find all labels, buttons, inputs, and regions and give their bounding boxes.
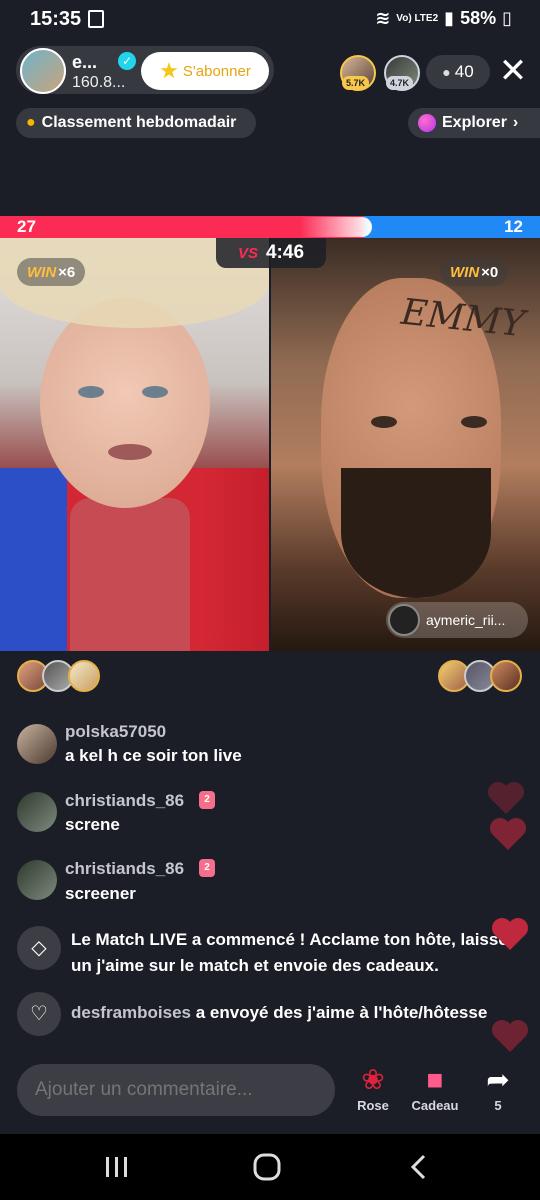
fan-level-badge: 2	[199, 859, 215, 877]
supporter-avatar[interactable]	[490, 660, 522, 692]
share-icon: ➦	[486, 1064, 510, 1095]
timer-value: 4:46	[265, 242, 305, 263]
video-eye	[371, 416, 397, 428]
chevron-right-icon: ›	[512, 114, 519, 131]
share-button[interactable]: ➦ 5	[468, 1062, 528, 1122]
gift-label: Cadeau	[411, 1098, 459, 1113]
video-beard	[341, 468, 491, 598]
opponent-tag[interactable]: aymeric_rii...	[386, 602, 528, 638]
top-viewer-badge: 4.7K	[386, 76, 414, 90]
subscribe-label: S'abonner	[182, 62, 251, 80]
match-icon: ◇	[17, 926, 61, 970]
rose-gift-button[interactable]: ❀ Rose	[343, 1062, 403, 1122]
win-label: WIN	[450, 263, 480, 281]
close-icon[interactable]: ✕	[496, 52, 530, 92]
floating-heart-icon	[488, 782, 524, 814]
gift-button[interactable]: ■ Cadeau	[405, 1062, 465, 1122]
verified-icon: ✓	[118, 52, 136, 70]
host-avatar[interactable]	[20, 48, 66, 94]
star-icon: ★	[159, 58, 179, 83]
host-video[interactable]	[0, 238, 269, 651]
recent-apps-button[interactable]	[100, 1150, 134, 1184]
likes-sent-message: desframboises a envoyé des j'aime à l'hô…	[71, 1000, 531, 1026]
signal-icon: ▮	[444, 8, 455, 28]
host-name[interactable]: e...	[72, 52, 97, 73]
win-multiplier: ×0	[481, 263, 499, 281]
left-win-count: WIN ×6	[17, 258, 86, 286]
status-bar: 15:35 ≋ Vo) LTE2 ▮ 58% ▯	[0, 0, 540, 38]
video-mouth	[108, 444, 152, 460]
video-shirt	[70, 498, 190, 651]
floating-heart-icon	[490, 818, 526, 850]
status-right: ≋ Vo) LTE2 ▮ 58% ▯	[375, 8, 512, 29]
score-left: 27	[17, 217, 36, 236]
score-right: 12	[504, 217, 523, 236]
likes-username[interactable]: desframboises	[71, 1003, 191, 1022]
person-icon: ●	[442, 64, 451, 80]
host-follower-count: 160.8...	[72, 74, 126, 91]
twitch-notification-icon	[88, 10, 104, 28]
explore-orb-icon	[418, 114, 436, 132]
explore-label: Explorer	[442, 114, 507, 131]
win-label: WIN	[27, 263, 57, 281]
video-face	[40, 298, 210, 508]
score-divider-flare	[300, 217, 372, 237]
fan-level-badge: 2	[199, 791, 215, 809]
right-win-count: WIN ×0	[440, 258, 509, 286]
back-button[interactable]	[402, 1150, 436, 1184]
chat-username[interactable]: christiands_86	[65, 791, 184, 811]
wifi-icon: ≋	[375, 8, 391, 28]
chat-avatar[interactable]	[17, 724, 57, 764]
likes-text: a envoyé des j'aime à l'hôte/hôtesse	[195, 1003, 488, 1022]
win-multiplier: ×6	[58, 263, 76, 281]
home-button[interactable]	[250, 1150, 284, 1184]
home-icon	[253, 1153, 281, 1181]
back-icon	[410, 1154, 426, 1180]
gift-icon: ■	[426, 1064, 444, 1095]
video-eye	[142, 386, 168, 398]
chat-message: a kel h ce soir ton live	[65, 746, 242, 765]
vs-icon: VS	[237, 244, 258, 262]
opponent-video[interactable]: EMMY	[271, 238, 540, 651]
viewer-count: 40	[454, 62, 474, 81]
video-eye	[78, 386, 104, 398]
viewer-count-button[interactable]: ● 40	[426, 55, 490, 89]
floating-heart-icon	[492, 1020, 528, 1052]
share-count: 5	[494, 1098, 502, 1113]
chat-message: screener	[65, 884, 136, 903]
heart-outline-icon: ♡	[17, 992, 61, 1036]
rose-label: Rose	[357, 1098, 389, 1113]
recent-apps-icon	[106, 1157, 127, 1177]
top-viewer-badge: 5.7K	[342, 76, 370, 90]
comment-input[interactable]	[17, 1064, 335, 1116]
chat-avatar[interactable]	[17, 860, 57, 900]
subscribe-button[interactable]: ★ S'abonner	[141, 52, 269, 90]
chat-message: screne	[65, 815, 120, 834]
battery-icon: ▯	[502, 8, 512, 28]
floating-heart-icon	[492, 918, 528, 950]
status-time: 15:35	[30, 8, 82, 30]
weekly-ranking-button[interactable]: ● Classement hebdomadair	[16, 108, 256, 138]
chat-avatar[interactable]	[17, 792, 57, 832]
flame-icon: ●	[26, 114, 36, 131]
ranking-label: Classement hebdomadair	[41, 114, 237, 131]
supporter-avatar[interactable]	[68, 660, 100, 692]
opponent-avatar	[388, 604, 420, 636]
chat-username[interactable]: polska57050	[65, 722, 166, 742]
rose-icon: ❀	[361, 1064, 385, 1095]
battle-timer: VS 4:46	[216, 238, 326, 268]
battery-text: 58%	[460, 8, 497, 28]
explore-button[interactable]: Explorer ›	[408, 108, 540, 138]
video-eye	[461, 416, 487, 428]
match-started-message: Le Match LIVE a commencé ! Acclame ton h…	[71, 930, 508, 975]
opponent-name: aymeric_rii...	[426, 612, 506, 628]
network-label: Vo) LTE2	[396, 12, 439, 24]
chat-username[interactable]: christiands_86	[65, 859, 184, 879]
